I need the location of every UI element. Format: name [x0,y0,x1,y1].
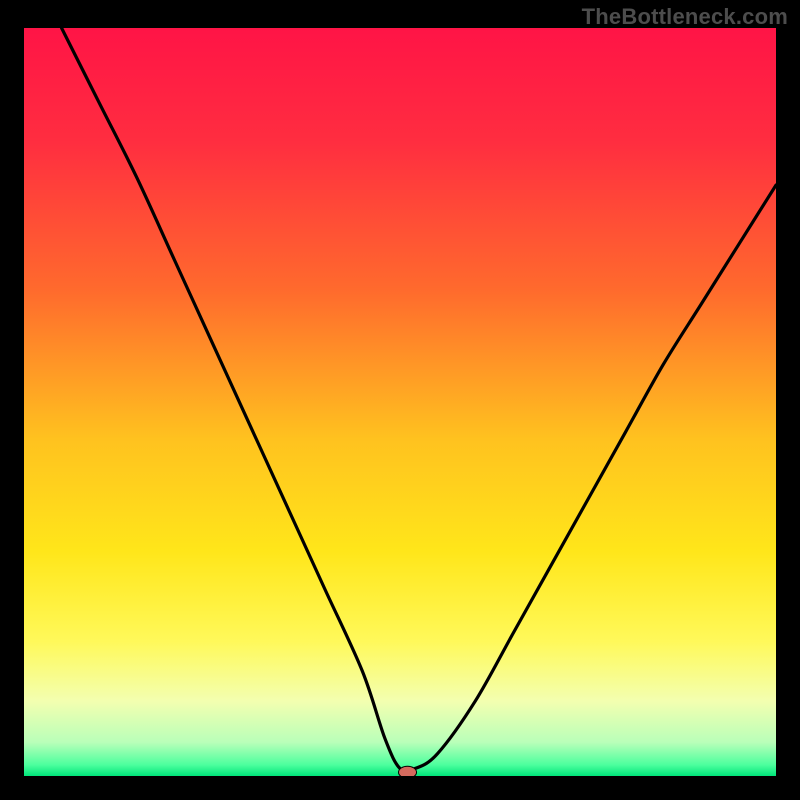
watermark-text: TheBottleneck.com [582,4,788,30]
bottleneck-chart [0,0,800,800]
chart-frame: TheBottleneck.com [0,0,800,800]
optimal-point-marker [399,766,417,778]
gradient-background [24,28,776,776]
